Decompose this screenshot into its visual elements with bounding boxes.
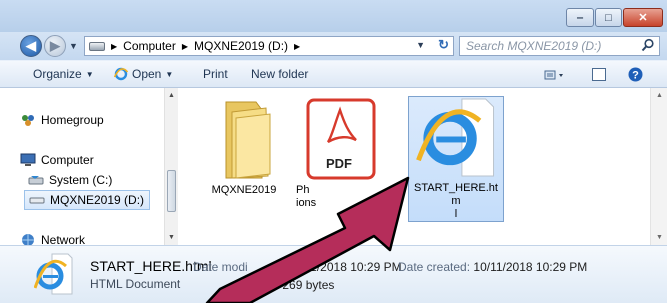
minimize-button[interactable]: ‒ xyxy=(566,8,594,27)
dropdown-arrow-icon: ▼ xyxy=(165,69,174,79)
scroll-up-icon[interactable]: ▲ xyxy=(656,92,663,99)
print-label: Print xyxy=(203,67,228,81)
scrollbar-thumb[interactable] xyxy=(167,170,176,212)
file-item-start-here[interactable]: START_HERE.htm l xyxy=(408,96,504,222)
file-item-mqxne2019-folder[interactable]: MQXNE2019 xyxy=(196,96,292,222)
scroll-down-icon[interactable]: ▼ xyxy=(656,234,663,241)
date-created-label: Date created: xyxy=(398,260,471,274)
svg-text:?: ? xyxy=(632,70,639,82)
file-list: MQXNE2019 PDF Ph ions START_HERE.htm l ▲… xyxy=(178,88,667,245)
breadcrumb-separator-icon[interactable]: ▶ xyxy=(294,42,300,51)
file-name: START_HERE.htm l xyxy=(414,182,498,220)
preview-pane-button[interactable] xyxy=(589,66,609,83)
sidebar-item-computer[interactable]: Computer xyxy=(0,150,184,170)
organize-label: Organize xyxy=(33,67,82,81)
back-arrow-icon: ◀ xyxy=(26,38,36,53)
close-button[interactable]: ✕ xyxy=(623,8,663,27)
search-placeholder: Search MQXNE2019 (D:) xyxy=(466,39,602,53)
sidebar-item-label: Homegroup xyxy=(41,113,104,127)
title-bar: ‒ □ ✕ xyxy=(0,0,667,32)
maximize-button[interactable]: □ xyxy=(595,8,622,27)
size-value: 269 bytes xyxy=(282,278,335,292)
date-modified-label: Date modi xyxy=(193,260,248,274)
sidebar-item-label: Computer xyxy=(41,153,94,167)
scroll-down-icon[interactable]: ▼ xyxy=(168,234,175,241)
drive-icon xyxy=(28,172,44,188)
ie-icon xyxy=(416,98,495,177)
forward-button[interactable]: ▶ xyxy=(44,35,66,57)
dropdown-arrow-icon: ▼ xyxy=(85,69,94,79)
file-name: MQXNE2019 xyxy=(211,184,277,196)
open-label: Open xyxy=(132,67,162,81)
address-dropdown-icon[interactable]: ▼ xyxy=(416,40,425,50)
drive-icon xyxy=(29,192,45,208)
ie-icon xyxy=(34,253,73,295)
sidebar-item-label: System (C:) xyxy=(49,173,113,187)
sidebar-item-mqxne2019-d[interactable]: MQXNE2019 (D:) xyxy=(24,190,150,210)
details-file-type: HTML Document xyxy=(90,277,181,291)
refresh-icon[interactable]: ↻ xyxy=(438,37,449,53)
new-folder-button[interactable]: New folder xyxy=(251,67,308,81)
details-date-created: Date created: 10/11/2018 10:29 PM xyxy=(398,260,587,274)
address-bar[interactable]: ▶ Computer ▶ MQXNE2019 (D:) ▶ ▼ ↻ xyxy=(84,36,454,56)
preview-pane-icon xyxy=(592,68,606,81)
file-name: Ph ions xyxy=(296,184,317,209)
print-button[interactable]: Print xyxy=(203,67,228,81)
details-pane: START_HERE.html HTML Document Date modi … xyxy=(0,245,667,303)
help-icon: ? xyxy=(628,67,642,82)
search-input[interactable]: Search MQXNE2019 (D:) xyxy=(459,36,660,56)
pdf-badge: PDF xyxy=(326,156,352,171)
scroll-up-icon[interactable]: ▲ xyxy=(168,92,175,99)
view-icon xyxy=(544,70,563,79)
view-options-button[interactable] xyxy=(540,66,570,83)
details-date-modified: Date modi 11/2018 10:29 PM xyxy=(193,260,402,274)
date-modified-value: 11/2018 10:29 PM xyxy=(304,260,402,274)
navigation-scrollbar[interactable]: ▲ ▼ xyxy=(164,88,178,245)
drive-icon xyxy=(89,41,105,51)
breadcrumb-drive[interactable]: MQXNE2019 (D:) xyxy=(194,39,288,53)
ie-small-icon xyxy=(114,67,128,81)
search-icon[interactable] xyxy=(641,38,655,52)
help-button[interactable]: ? xyxy=(626,66,644,83)
open-button[interactable]: Open ▼ xyxy=(114,67,173,81)
breadcrumb-separator-icon[interactable]: ▶ xyxy=(182,42,188,51)
breadcrumb-computer[interactable]: Computer xyxy=(123,39,176,53)
sidebar-item-homegroup[interactable]: Homegroup xyxy=(0,110,184,130)
forward-arrow-icon: ▶ xyxy=(50,38,60,53)
recent-pages-dropdown-icon[interactable]: ▼ xyxy=(69,41,78,51)
back-button[interactable]: ◀ xyxy=(20,35,42,57)
file-list-scrollbar[interactable]: ▲ ▼ xyxy=(650,88,667,245)
organize-menu[interactable]: Organize ▼ xyxy=(33,67,94,81)
command-bar: Organize ▼ Open ▼ Print New folder ? xyxy=(0,60,667,88)
date-created-value: 10/11/2018 10:29 PM xyxy=(473,260,588,274)
homegroup-icon xyxy=(20,112,36,128)
breadcrumb-separator-icon[interactable]: ▶ xyxy=(111,42,117,51)
folder-icon xyxy=(225,101,271,179)
address-row: ◀ ▶ ▼ ▶ Computer ▶ MQXNE2019 (D:) ▶ ▼ ↻ … xyxy=(0,32,667,60)
new-folder-label: New folder xyxy=(251,67,309,81)
computer-icon xyxy=(20,152,36,168)
details-size: 269 bytes xyxy=(193,278,334,292)
file-item-pdf[interactable]: PDF Ph ions xyxy=(292,96,388,222)
breadcrumb: ▶ Computer ▶ MQXNE2019 (D:) ▶ xyxy=(85,39,300,53)
sidebar-item-label: MQXNE2019 (D:) xyxy=(50,193,145,207)
navigation-pane: Homegroup Computer System (C:) MQXNE2019… xyxy=(0,88,178,247)
